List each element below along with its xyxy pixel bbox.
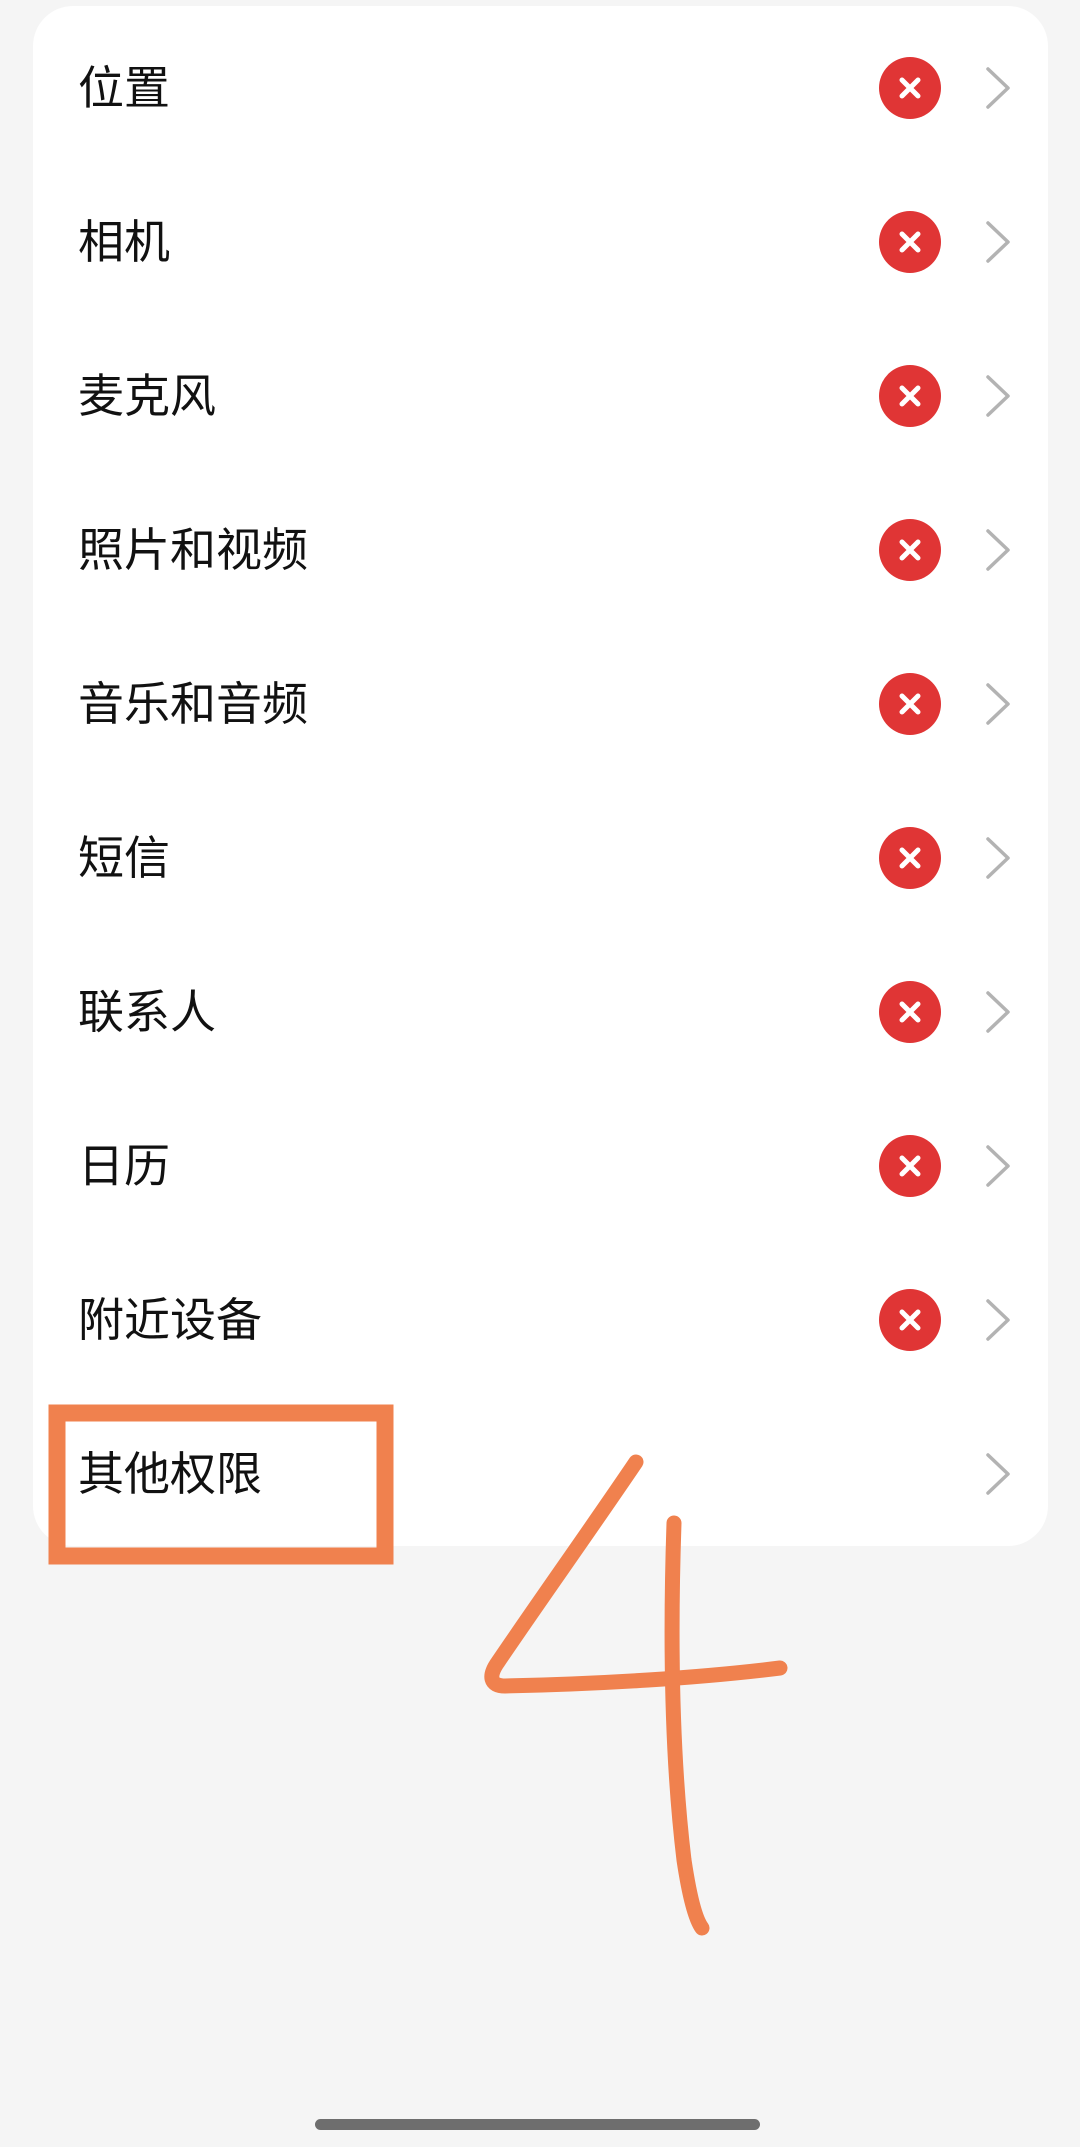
permission-label: 联系人 <box>78 985 216 1039</box>
permission-label: 附近设备 <box>78 1293 262 1347</box>
permission-label: 相机 <box>78 215 170 269</box>
chevron-right-icon <box>986 221 1010 263</box>
chevron-right-icon <box>986 1299 1010 1341</box>
permission-label: 音乐和音频 <box>78 677 308 731</box>
permission-row-microphone[interactable]: 麦克风 <box>33 319 1048 473</box>
chevron-right-icon <box>986 375 1010 417</box>
denied-x-icon <box>879 1289 941 1351</box>
chevron-right-icon <box>986 67 1010 109</box>
permission-label: 日历 <box>78 1139 170 1193</box>
permission-label: 照片和视频 <box>78 523 308 577</box>
denied-x-icon <box>879 673 941 735</box>
denied-x-icon <box>879 365 941 427</box>
permission-row-calendar[interactable]: 日历 <box>33 1089 1048 1243</box>
chevron-right-icon <box>986 683 1010 725</box>
chevron-right-icon <box>986 1145 1010 1187</box>
permission-label: 位置 <box>78 61 170 115</box>
permission-row-contacts[interactable]: 联系人 <box>33 935 1048 1089</box>
denied-x-icon <box>879 827 941 889</box>
chevron-right-icon <box>986 837 1010 879</box>
permission-row-location[interactable]: 位置 <box>33 11 1048 165</box>
denied-x-icon <box>879 211 941 273</box>
denied-x-icon <box>879 1135 941 1197</box>
denied-x-icon <box>879 519 941 581</box>
chevron-right-icon <box>986 1453 1010 1495</box>
permission-label: 其他权限 <box>78 1447 262 1501</box>
chevron-right-icon <box>986 991 1010 1033</box>
annotation-number-four-stem <box>664 1515 710 1936</box>
permissions-list-card: 位置 相机 麦克风 照片和视频 音乐和音频 短信 联系人 日历 附近设备 其他权… <box>33 6 1048 1546</box>
denied-x-icon <box>879 981 941 1043</box>
permission-row-other-permissions[interactable]: 其他权限 <box>33 1397 1048 1551</box>
permission-label: 麦克风 <box>78 369 216 423</box>
denied-x-icon <box>879 57 941 119</box>
permission-row-nearby-devices[interactable]: 附近设备 <box>33 1243 1048 1397</box>
permission-row-music-audio[interactable]: 音乐和音频 <box>33 627 1048 781</box>
permission-row-sms[interactable]: 短信 <box>33 781 1048 935</box>
permission-row-photos-videos[interactable]: 照片和视频 <box>33 473 1048 627</box>
home-indicator[interactable] <box>315 2119 760 2130</box>
chevron-right-icon <box>986 529 1010 571</box>
permission-row-camera[interactable]: 相机 <box>33 165 1048 319</box>
permission-label: 短信 <box>78 831 170 885</box>
